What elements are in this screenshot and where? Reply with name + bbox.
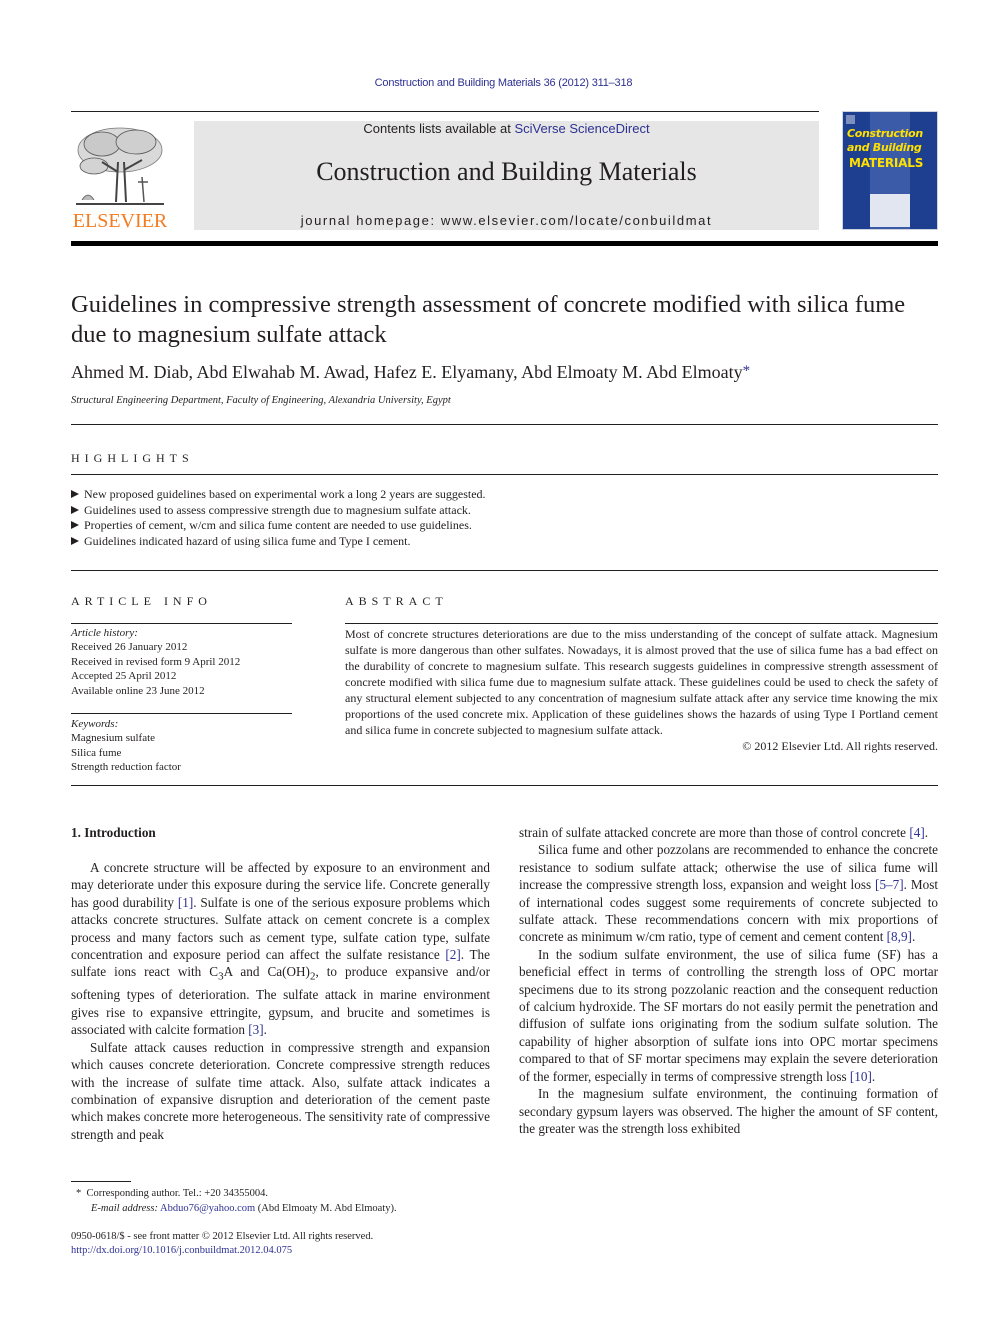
highlight-text: Guidelines used to assess compressive st… (84, 502, 471, 517)
highlight-text: New proposed guidelines based on experim… (84, 487, 486, 501)
highlight-item: Guidelines used to assess compressive st… (71, 503, 486, 519)
highlight-text: Guidelines indicated hazard of using sil… (84, 534, 411, 549)
cover-logo-icon (846, 115, 855, 124)
history-item: Available online 23 June 2012 (71, 684, 205, 697)
paragraph: Sulfate attack causes reduction in compr… (71, 1039, 490, 1142)
history-label: Article history: (71, 627, 138, 639)
corresponding-author-note: Corresponding author. Tel.: +20 34355004… (86, 1188, 268, 1199)
journal-cover[interactable]: Construction and Building MATERIALS (842, 111, 938, 230)
highlights-heading: HIGHLIGHTS (71, 451, 194, 465)
history-item: Received in revised form 9 April 2012 (71, 655, 241, 668)
cover-title: Construction and Building (847, 127, 923, 155)
paragraph: A concrete structure will be affected by… (71, 860, 490, 1038)
paragraph: In the sodium sulfate environment, the u… (519, 946, 938, 1084)
abstract: Most of concrete structures deterioratio… (345, 626, 938, 754)
citation-link[interactable]: [4] (909, 825, 924, 840)
keyword-item[interactable]: Magnesium sulfate (71, 731, 181, 745)
history-item: Received 26 January 2012 (71, 641, 188, 654)
history-item: Accepted 25 April 2012 (71, 670, 177, 683)
section-heading-introduction: 1. Introduction (71, 825, 156, 840)
divider (71, 474, 938, 475)
contents-prefix: Contents lists available at (363, 121, 515, 136)
authors-text: Ahmed M. Diab, Abd Elwahab M. Awad, Hafe… (71, 362, 743, 382)
corresponding-author-marker[interactable]: * (743, 363, 751, 379)
keyword-item[interactable]: Strength reduction factor (71, 760, 181, 774)
journal-title: Construction and Building Materials (316, 157, 697, 186)
paragraph: In the magnesium sulfate environment, th… (519, 1086, 938, 1136)
running-head[interactable]: Construction and Building Materials 36 (… (0, 77, 992, 89)
abstract-copyright: © 2012 Elsevier Ltd. All rights reserved… (742, 739, 938, 753)
paragraph: Silica fume and other pozzolans are reco… (519, 842, 938, 945)
email-label: E-mail address: (91, 1203, 158, 1214)
body-column-left: A concrete structure will be affected by… (71, 859, 490, 1143)
affiliation: Structural Engineering Department, Facul… (71, 395, 451, 406)
journal-homepage[interactable]: journal homepage: www.elsevier.com/locat… (194, 213, 819, 228)
divider (345, 623, 938, 624)
highlight-item: Guidelines indicated hazard of using sil… (71, 534, 486, 550)
citation-link[interactable]: [8,9] (887, 929, 912, 944)
footnote-marker: * (76, 1188, 82, 1199)
elsevier-wordmark: ELSEVIER (72, 210, 168, 232)
citation-link[interactable]: [10] (850, 1069, 872, 1084)
journal-banner: Contents lists available at SciVerse Sci… (194, 121, 819, 230)
bullet-triangle-icon (71, 521, 79, 530)
footnote-rule (71, 1181, 131, 1182)
citation-link[interactable]: [5–7] (875, 877, 904, 892)
footnote: * Corresponding author. Tel.: +20 343550… (76, 1186, 397, 1216)
header-thick-rule (71, 241, 938, 246)
body-column-right: strain of sulfate attacked concrete are … (519, 824, 938, 1137)
doi-link[interactable]: http://dx.doi.org/10.1016/j.conbuildmat.… (71, 1245, 292, 1256)
divider (71, 713, 292, 714)
article-info-heading: ARTICLE INFO (71, 594, 212, 608)
highlight-item: Properties of cement, w/cm and silica fu… (71, 518, 486, 534)
divider (71, 424, 938, 425)
keywords-label: Keywords: (71, 718, 119, 730)
sciencedirect-link[interactable]: SciVerse ScienceDirect (514, 121, 649, 136)
abstract-text: Most of concrete structures deterioratio… (345, 627, 938, 737)
highlights-list: New proposed guidelines based on experim… (71, 487, 486, 550)
cover-panel (870, 194, 910, 227)
email-link[interactable]: Abduo76@yahoo.com (160, 1203, 255, 1214)
cover-title-line1: Construction (847, 127, 923, 140)
keywords: Keywords: Magnesium sulfate Silica fume … (71, 717, 181, 775)
divider (71, 785, 938, 786)
elsevier-tree-icon (76, 127, 164, 205)
divider (71, 623, 292, 624)
divider (71, 570, 938, 571)
elsevier-logo[interactable]: ELSEVIER (70, 120, 170, 232)
bullet-triangle-icon (71, 537, 79, 546)
abstract-heading: ABSTRACT (345, 594, 448, 608)
contents-line: Contents lists available at SciVerse Sci… (194, 121, 819, 136)
bullet-triangle-icon (71, 490, 79, 498)
citation-link[interactable]: [2] (445, 947, 460, 962)
citation-link[interactable]: [3] (248, 1022, 263, 1037)
issn-line: 0950-0618/$ - see front matter © 2012 El… (71, 1231, 374, 1242)
author-list: Ahmed M. Diab, Abd Elwahab M. Awad, Hafe… (71, 362, 750, 383)
keyword-item[interactable]: Silica fume (71, 746, 181, 760)
citation-link[interactable]: [1] (178, 895, 193, 910)
article-history: Article history: Received 26 January 201… (71, 626, 240, 698)
bullet-triangle-icon (71, 505, 79, 514)
header-top-rule (71, 111, 819, 112)
article-title: Guidelines in compressive strength asses… (71, 291, 906, 348)
front-matter: 0950-0618/$ - see front matter © 2012 El… (71, 1230, 373, 1258)
highlight-item: New proposed guidelines based on experim… (71, 487, 486, 503)
cover-title-line2: and Building (847, 141, 922, 154)
email-owner: (Abd Elmoaty M. Abd Elmoaty). (257, 1203, 397, 1214)
cover-materials: MATERIALS (849, 156, 924, 170)
highlight-text: Properties of cement, w/cm and silica fu… (84, 518, 472, 533)
paragraph: strain of sulfate attacked concrete are … (519, 825, 929, 840)
